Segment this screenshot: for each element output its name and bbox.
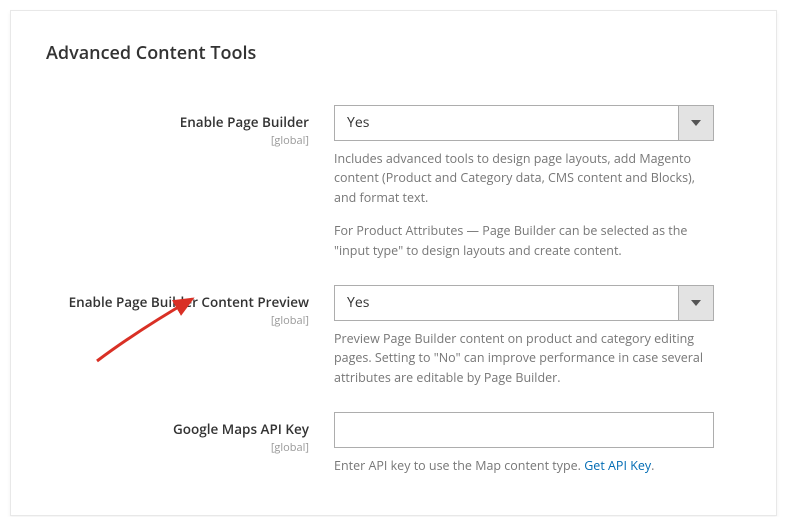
field-enable-preview: Enable Page Builder Content Preview [glo… [46, 285, 741, 387]
field-note: Enter API key to use the Map content typ… [334, 456, 714, 475]
enable-preview-select[interactable]: Yes [334, 285, 714, 321]
note-text: Enter API key to use the Map content typ… [334, 457, 584, 474]
field-label: Enable Page Builder [46, 113, 309, 131]
google-maps-api-key-input[interactable] [334, 412, 714, 448]
chevron-down-icon [678, 285, 714, 321]
get-api-key-link[interactable]: Get API Key [584, 457, 651, 474]
chevron-down-icon [678, 105, 714, 141]
field-control-col: Enter API key to use the Map content typ… [334, 412, 714, 475]
field-note: For Product Attributes — Page Builder ca… [334, 221, 714, 260]
note-text: . [651, 457, 654, 474]
field-enable-page-builder: Enable Page Builder [global] Yes Include… [46, 105, 741, 260]
select-value: Yes [334, 105, 678, 141]
field-label: Enable Page Builder Content Preview [46, 293, 309, 311]
section-title: Advanced Content Tools [46, 41, 741, 65]
field-note: Preview Page Builder content on product … [334, 329, 714, 387]
field-note: Includes advanced tools to design page l… [334, 149, 714, 207]
field-control-col: Yes Preview Page Builder content on prod… [334, 285, 714, 387]
enable-page-builder-select[interactable]: Yes [334, 105, 714, 141]
field-label-col: Google Maps API Key [global] [46, 412, 334, 455]
field-control-col: Yes Includes advanced tools to design pa… [334, 105, 714, 260]
field-label-col: Enable Page Builder [global] [46, 105, 334, 148]
field-scope: [global] [46, 133, 309, 148]
field-scope: [global] [46, 313, 309, 328]
field-google-maps-key: Google Maps API Key [global] Enter API k… [46, 412, 741, 475]
select-value: Yes [334, 285, 678, 321]
field-scope: [global] [46, 440, 309, 455]
field-label: Google Maps API Key [46, 420, 309, 438]
advanced-content-tools-panel: Advanced Content Tools Enable Page Build… [10, 10, 777, 516]
field-label-col: Enable Page Builder Content Preview [glo… [46, 285, 334, 328]
